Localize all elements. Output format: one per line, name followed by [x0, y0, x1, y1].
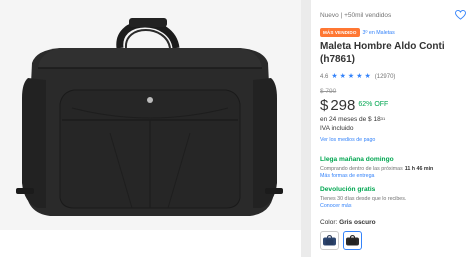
rating-row[interactable]: 4.6 ★ ★ ★ ★ ★ (12970) — [320, 72, 466, 81]
rating-value: 4.6 — [320, 73, 329, 80]
delivery-countdown: 11 h 46 min — [404, 166, 434, 172]
navy-bag-thumbnail — [323, 235, 336, 246]
product-gallery — [0, 0, 301, 257]
color-label: Color: — [320, 219, 338, 226]
delivery-options-link[interactable]: Más formas de entrega — [320, 173, 466, 179]
color-swatches — [320, 231, 466, 250]
star-icon: ★ — [339, 73, 346, 80]
returns-subtitle: Tienes 30 días desde que lo recibes. — [320, 196, 407, 202]
payment-methods-link[interactable]: Ver los medios de pago — [320, 137, 466, 145]
product-title: Maleta Hombre Aldo Conti (h7861) — [320, 41, 445, 65]
color-swatch-gris-oscuro[interactable] — [343, 231, 362, 250]
color-swatch-navy[interactable] — [320, 231, 339, 250]
star-icon: ★ — [331, 73, 338, 80]
installments-info: en 24 meses de $ 18 31 — [320, 116, 466, 125]
installments-text: en 24 meses de $ 18 — [320, 116, 381, 123]
original-price: $ 790 — [320, 88, 337, 95]
price-row: $ 298 62% OFF — [320, 98, 466, 115]
rating-count: (12970) — [374, 73, 396, 80]
panel-divider — [301, 0, 311, 257]
discount-label: 62% OFF — [358, 101, 389, 108]
star-icon: ★ — [356, 73, 363, 80]
returns-section: Devolución gratis Tienes 30 días desde q… — [320, 186, 466, 209]
product-info-panel: Nuevo | +50mil vendidos MÁS VENDIDO 3º e… — [311, 0, 475, 257]
delivery-section: Llega mañana domingo Comprando dentro de… — [320, 156, 466, 179]
badges-row: MÁS VENDIDO 3º en Maletas — [320, 28, 466, 37]
delivery-subtitle: Comprando dentro de las próximas — [320, 166, 403, 172]
delivery-title: Llega mañana domingo — [320, 156, 394, 163]
best-seller-badge: MÁS VENDIDO — [320, 28, 360, 37]
product-header-row: Nuevo | +50mil vendidos — [320, 8, 466, 22]
heart-icon[interactable] — [455, 10, 466, 20]
selected-color: Gris oscuro — [339, 219, 376, 226]
star-icon: ★ — [364, 73, 371, 80]
category-rank-link[interactable]: 3º en Maletas — [363, 30, 395, 36]
dark-gray-bag-thumbnail — [346, 235, 359, 246]
installments-cents: 31 — [380, 116, 386, 121]
star-icon: ★ — [347, 73, 355, 80]
returns-title: Devolución gratis — [320, 186, 376, 193]
delivery-countdown-row: Comprando dentro de las próximas 11 h 46… — [320, 165, 466, 173]
current-price: 298 — [330, 97, 356, 114]
returns-learn-more-link[interactable]: Conocer más — [320, 203, 466, 209]
price-currency: $ — [320, 97, 329, 114]
product-image-duffel-bag[interactable] — [12, 8, 287, 226]
iva-note: IVA incluido — [320, 125, 354, 132]
product-condition: Nuevo | +50mil vendidos — [320, 11, 392, 19]
color-label-row: Color: Gris oscuro — [320, 219, 466, 228]
